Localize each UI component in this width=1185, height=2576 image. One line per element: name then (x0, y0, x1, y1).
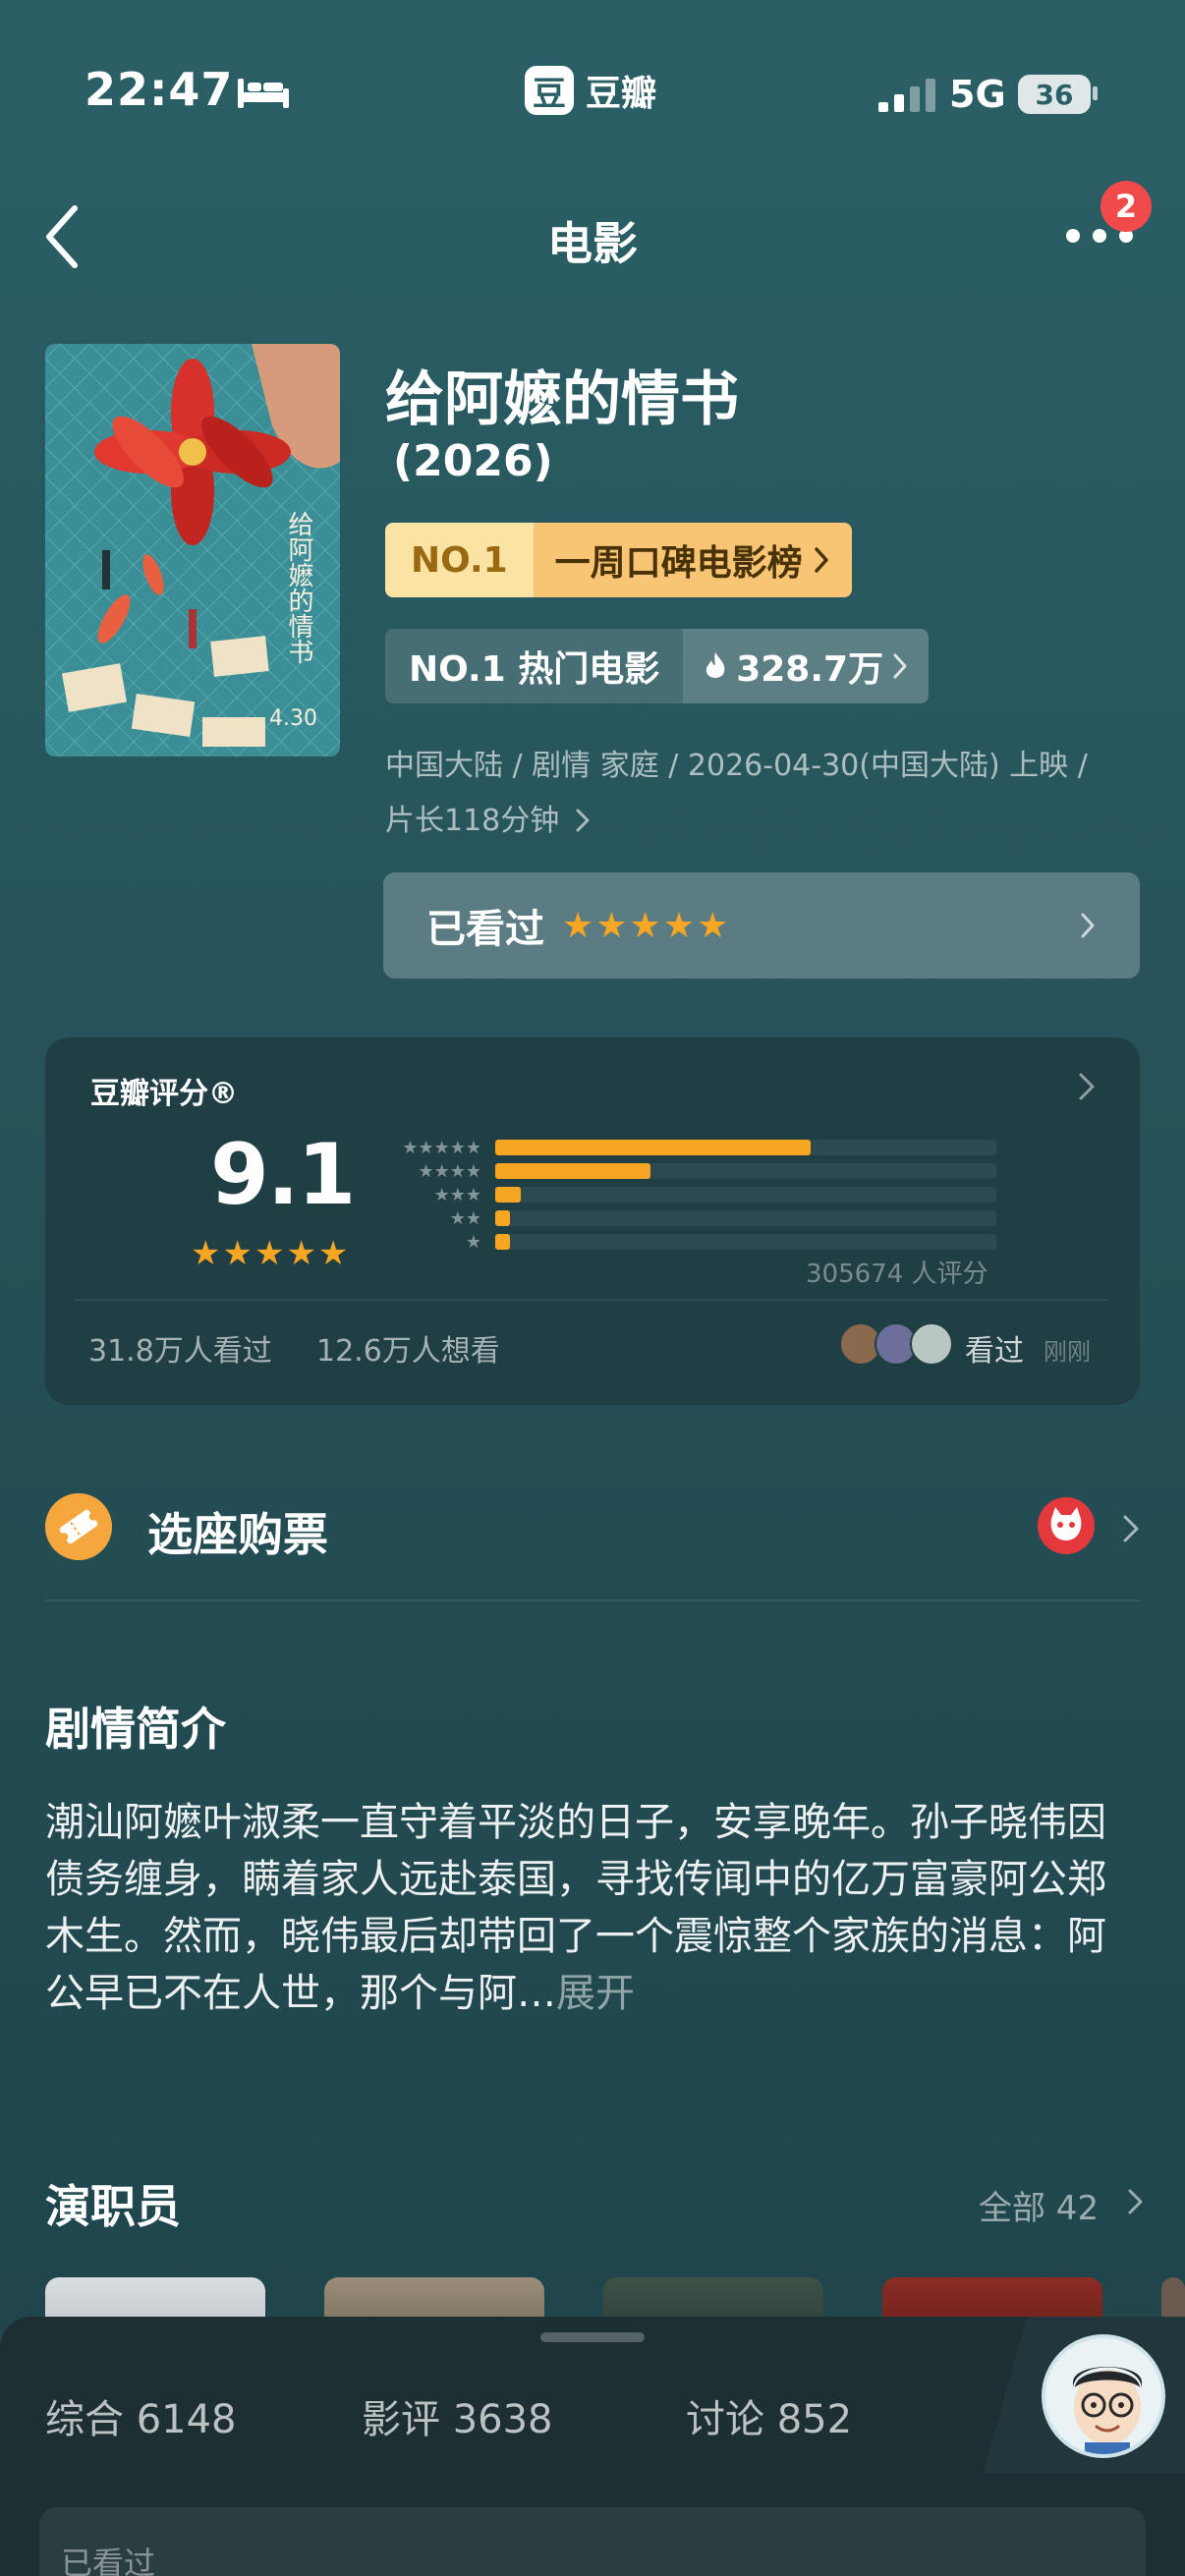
dist-track (495, 1163, 996, 1179)
ticket-icon[interactable] (45, 1493, 112, 1560)
hot-movie-badge[interactable]: NO.1 热门电影 328.7万 (385, 629, 930, 703)
dist-row-3: ★★★ (377, 1183, 996, 1206)
rating-score: 9.1 (210, 1126, 356, 1224)
svg-text:4.30: 4.30 (269, 706, 317, 731)
dist-track (495, 1210, 996, 1226)
flame-icon (706, 652, 725, 678)
dist-fill-1 (495, 1234, 511, 1250)
dist-track (495, 1187, 996, 1203)
chevron-right-icon[interactable] (1126, 2187, 1146, 2216)
rating-stars: ★★★★★ (191, 1234, 351, 1273)
signal-icon (878, 79, 935, 112)
notification-badge: 2 (1100, 181, 1152, 232)
dist-row-4: ★★★★ (377, 1159, 996, 1183)
dist-fill-4 (495, 1163, 651, 1179)
dist-stars-5: ★★★★★ (402, 1137, 481, 1158)
my-review-label: 已看过 (61, 2545, 156, 2576)
divider (45, 1599, 1140, 1601)
app-name: 豆瓣 (586, 74, 657, 114)
movie-poster[interactable]: 给阿嬷的情书 4.30 (45, 344, 340, 756)
friend-seen-time: 刚刚 (1044, 1338, 1091, 1366)
dist-stars-4: ★★★★ (418, 1160, 481, 1182)
my-review-card[interactable] (39, 2507, 1146, 2576)
weekly-ranking-badge[interactable]: NO.1 一周口碑电影榜 (385, 523, 852, 597)
friend-seen-label: 看过 (965, 1334, 1024, 1369)
watched-label: 已看过 (426, 907, 544, 952)
rank-number: NO.1 (385, 523, 534, 597)
dist-fill-3 (495, 1187, 521, 1203)
rating-distribution: ★★★★★ ★★★★ ★★★ ★★ ★ (377, 1136, 996, 1254)
poster-art: 给阿嬷的情书 4.30 (45, 344, 340, 756)
heat-count: 328.7万 (683, 629, 930, 703)
movie-meta-text: 中国大陆 / 剧情 家庭 / 2026-04-30(中国大陆) 上映 / 片长1… (385, 749, 1088, 838)
chevron-right-icon[interactable] (1075, 1071, 1099, 1102)
page-title: 电影 (547, 217, 638, 270)
expand-link[interactable]: 展开 (556, 1971, 635, 2016)
heat-count-value: 328.7万 (736, 649, 884, 690)
app-indicator: 豆 豆瓣 (525, 65, 656, 116)
battery-tip (1093, 86, 1098, 100)
dist-row-1: ★ (377, 1230, 996, 1254)
maoyan-cat-icon (1038, 1497, 1095, 1554)
chevron-right-icon (576, 809, 590, 832)
assistant-avatar[interactable] (1042, 2334, 1165, 2458)
status-time: 22:47 (85, 63, 234, 116)
chevron-right-icon[interactable] (1120, 1513, 1142, 1544)
battery-icon: 36 (1018, 75, 1091, 114)
synopsis-text: 潮汕阿嬷叶淑柔一直守着平淡的日子，安享晚年。孙子晓伟因债务缠身，瞒着家人远赴泰国… (45, 1794, 1140, 2022)
chevron-right-icon (814, 547, 828, 573)
avatar (910, 1322, 953, 1366)
dist-track (495, 1140, 996, 1155)
divider (75, 1299, 1108, 1301)
dist-row-5: ★★★★★ (377, 1136, 996, 1159)
douban-logo-icon: 豆 (525, 66, 574, 115)
movie-year: (2026) (393, 436, 553, 486)
drag-handle[interactable] (540, 2332, 645, 2342)
dist-stars-1: ★ (465, 1231, 481, 1253)
dist-fill-2 (495, 1210, 511, 1226)
rank-list-text: 一周口碑电影榜 (554, 543, 803, 584)
chevron-right-icon (893, 653, 907, 679)
dist-track (495, 1234, 996, 1250)
rating-title: 豆瓣评分® (90, 1077, 238, 1111)
rank-list-label: 一周口碑电影榜 (533, 523, 852, 597)
sleep-mode-icon (238, 79, 289, 108)
svg-text:给阿嬷的情书: 给阿嬷的情书 (284, 511, 313, 664)
cast-title: 演职员 (45, 2180, 181, 2233)
user-rating-stars: ★★★★★ (562, 905, 731, 946)
tab-reviews[interactable]: 影评 3638 (362, 2387, 553, 2444)
tab-discussions[interactable]: 讨论 852 (686, 2387, 852, 2444)
network-type: 5G (949, 73, 1006, 116)
friend-avatars[interactable] (839, 1322, 953, 1366)
wish-count[interactable]: 12.6万人想看 (316, 1326, 500, 1370)
chevron-right-icon (1081, 913, 1095, 938)
watched-count[interactable]: 31.8万人看过 (88, 1326, 272, 1370)
rating-count: 305674 人评分 (806, 1260, 988, 1289)
buy-ticket-label[interactable]: 选座购票 (147, 1499, 328, 1564)
movie-meta[interactable]: 中国大陆 / 剧情 家庭 / 2026-04-30(中国大陆) 上映 / 片长1… (385, 739, 1112, 849)
dist-row-2: ★★ (377, 1206, 996, 1230)
tab-overview[interactable]: 综合 6148 (45, 2387, 237, 2444)
watched-status-button[interactable]: 已看过 ★★★★★ (383, 872, 1140, 979)
dist-fill-5 (495, 1140, 812, 1155)
movie-title: 给阿嬷的情书 (385, 365, 739, 434)
dist-stars-2: ★★ (449, 1207, 481, 1229)
dist-stars-3: ★★★ (433, 1184, 481, 1205)
cast-all-link[interactable]: 全部 42 (979, 2181, 1099, 2229)
hot-rank-label: NO.1 热门电影 (385, 629, 684, 703)
synopsis-title: 剧情简介 (45, 1703, 226, 1756)
